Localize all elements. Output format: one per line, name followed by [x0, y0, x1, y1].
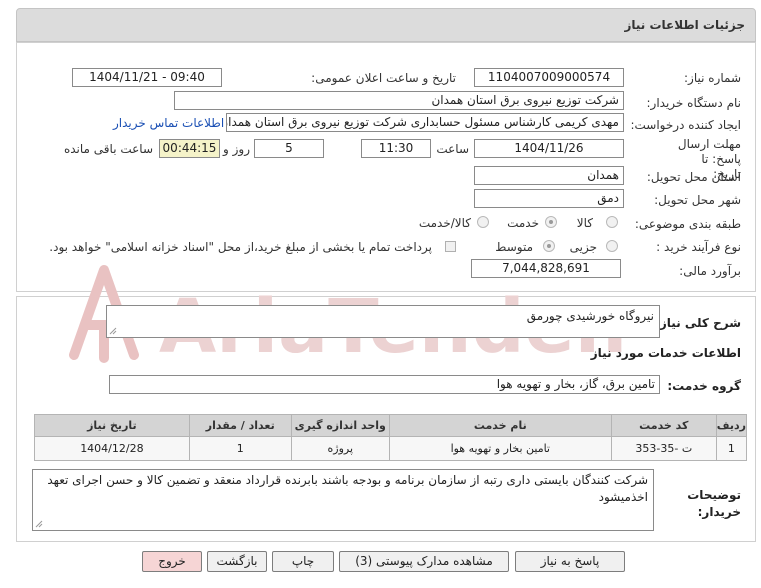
cell-quantity: 1 [188, 436, 292, 461]
deadline-time-field: 11:30 [361, 139, 431, 158]
attachments-button[interactable]: مشاهده مدارک پیوستی (3) [339, 551, 509, 572]
need-number-label: شماره نیاز: [684, 71, 741, 85]
payment-note: پرداخت تمام یا بخشی از مبلغ خرید،از محل … [49, 240, 432, 254]
reply-button[interactable]: پاسخ به نیاز [515, 551, 625, 572]
print-button[interactable]: چاپ [272, 551, 334, 572]
cell-row-number: 1 [715, 436, 748, 461]
buyer-notes-label: توضیحات خریدار: [687, 488, 741, 519]
creator-label: ایجاد کننده درخواست: [630, 118, 741, 132]
category-option-service: خدمت [507, 216, 539, 230]
category-radio-goods[interactable] [606, 216, 618, 228]
need-number-field: 1104007009000574 [474, 68, 624, 87]
process-label: نوع فرآیند خرید : [656, 240, 741, 254]
summary-textarea[interactable]: نیروگاه خورشیدی چورمق [106, 305, 660, 338]
estimate-label: برآورد مالی: [679, 264, 741, 278]
buyer-notes-textarea[interactable]: شرکت کنندگان بایستی داری رتبه از سازمان … [32, 469, 654, 531]
category-radio-service[interactable] [545, 216, 557, 228]
remaining-time-field: 00:44:15 [159, 139, 220, 158]
announce-label: تاریخ و ساعت اعلان عمومی: [311, 71, 456, 85]
process-radio-medium[interactable] [543, 240, 555, 252]
category-option-goods: کالا [576, 216, 593, 230]
contact-info-link[interactable]: اطلاعات تماس خریدار [113, 116, 224, 130]
category-radio-goods-service[interactable] [477, 216, 489, 228]
buyer-field: شرکت توزیع نیروی برق استان همدان [174, 91, 624, 110]
col-unit: واحد اندازه گیری [290, 414, 390, 437]
process-option-medium: متوسط [495, 240, 533, 254]
payment-checkbox[interactable] [445, 241, 456, 252]
cell-unit: پروژه [290, 436, 390, 461]
summary-label: شرح کلی نیاز: [655, 316, 741, 330]
deadline-date-field: 1404/11/26 [474, 139, 624, 158]
remaining-label: ساعت باقی مانده [63, 142, 153, 156]
cell-service-name: تامین بخار و تهویه هوا [388, 436, 612, 461]
cell-need-date: 1404/12/28 [34, 436, 190, 461]
table-row: 1 ت -35-353 تامین بخار و تهویه هوا پروژه… [34, 436, 748, 461]
buyer-label: نام دستگاه خریدار: [646, 96, 742, 110]
col-need-date: تاریخ نیاز [34, 414, 190, 437]
category-option-goods-service: کالا/خدمت [418, 216, 471, 230]
creator-field: مهدی کریمی کارشناس مسئول حسابداری شرکت ت… [226, 113, 624, 132]
col-service-name: نام خدمت [388, 414, 612, 437]
table-header-row: ردیف کد خدمت نام خدمت واحد اندازه گیری ت… [34, 414, 748, 437]
cell-service-code: ت -35-353 [610, 436, 717, 461]
col-row-number: ردیف [715, 414, 748, 437]
process-radio-minor[interactable] [606, 240, 618, 252]
service-group-label: گروه خدمت: [667, 379, 741, 393]
resize-grip-icon[interactable] [35, 520, 43, 528]
col-quantity: تعداد / مقدار [188, 414, 292, 437]
days-field: 5 [254, 139, 324, 158]
summary-text: نیروگاه خورشیدی چورمق [526, 309, 654, 323]
col-service-code: کد خدمت [610, 414, 717, 437]
city-field: دمق [474, 189, 624, 208]
buyer-notes-text: شرکت کنندگان بایستی داری رتبه از سازمان … [47, 473, 648, 504]
city-label: شهر محل تحویل: [654, 193, 741, 207]
days-label: روز و [223, 142, 250, 156]
estimate-field: 7,044,828,691 [471, 259, 621, 278]
announce-field: 1404/11/21 - 09:40 [72, 68, 222, 87]
province-label: استان محل تحویل: [646, 170, 741, 184]
services-table: ردیف کد خدمت نام خدمت واحد اندازه گیری ت… [34, 414, 748, 461]
resize-grip-icon[interactable] [109, 327, 117, 335]
process-option-minor: جزیی [569, 240, 597, 254]
category-label: طبقه بندی موضوعی: [634, 217, 741, 231]
page-title: جزئیات اطلاعات نیاز [624, 18, 745, 32]
page-header: جزئیات اطلاعات نیاز [16, 8, 756, 42]
services-section-title: اطلاعات خدمات مورد نیاز [590, 346, 741, 360]
exit-button[interactable]: خروج [142, 551, 202, 572]
back-button[interactable]: بازگشت [207, 551, 267, 572]
service-group-field: تامین برق، گاز، بخار و تهویه هوا [109, 375, 660, 394]
province-field: همدان [474, 166, 624, 185]
time-label: ساعت [436, 142, 469, 156]
